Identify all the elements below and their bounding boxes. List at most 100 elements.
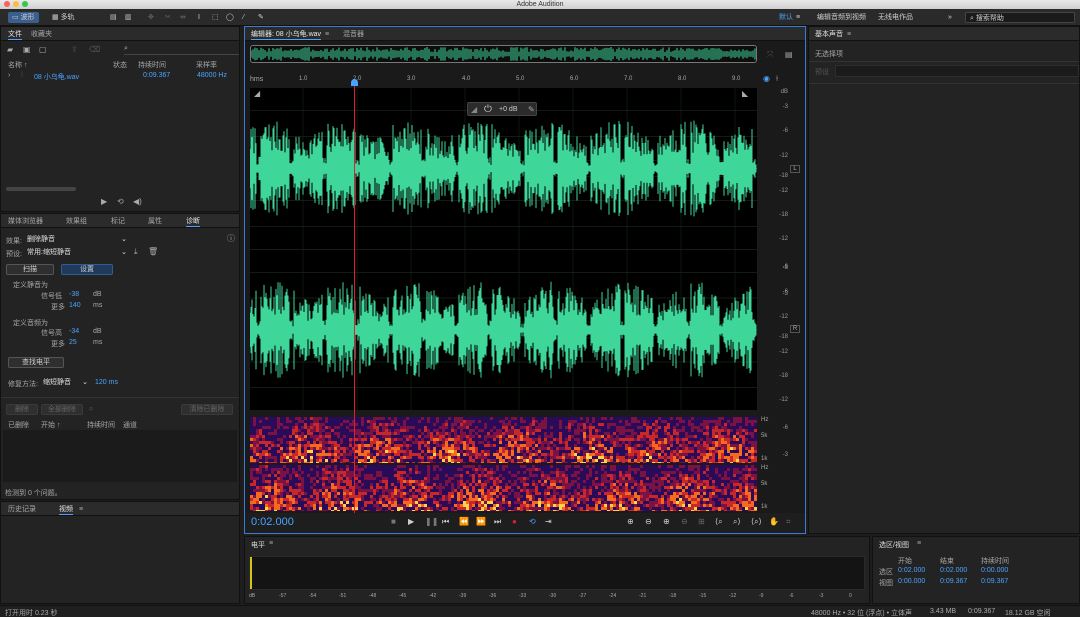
time-selection-tool-icon[interactable]: I (198, 12, 200, 23)
open-file-icon[interactable]: ▰ (7, 46, 13, 54)
file-search-input[interactable]: ⌕ (124, 45, 239, 55)
workspace-default[interactable]: 默认 (779, 12, 793, 23)
tab-properties[interactable]: 属性 (148, 216, 162, 227)
horizontal-scrollbar[interactable] (6, 187, 76, 191)
spot-heal-tool-icon[interactable]: ✎ (258, 12, 264, 23)
channel-left-label[interactable]: L (790, 165, 800, 173)
razor-tool-icon[interactable]: ✂ (165, 12, 171, 23)
delete-button[interactable]: 删除 (6, 404, 38, 415)
zoom-icon[interactable]: ⌕ (89, 405, 93, 413)
view-duration[interactable]: 0:09.367 (981, 578, 1008, 585)
zoom-in-right-icon[interactable]: ⌕⟩ (733, 517, 741, 527)
overview-navigator[interactable] (250, 45, 757, 63)
right-channel-track[interactable] (250, 250, 757, 410)
maximize-window-icon[interactable] (22, 1, 28, 7)
close-window-icon[interactable] (4, 1, 10, 7)
panel-menu-icon[interactable]: ≡ (269, 540, 273, 547)
time-ruler[interactable]: hms 1.0 2.0 3.0 4.0 5.0 6.0 7.0 8.0 9.0 (250, 73, 757, 87)
result-col-duration[interactable]: 持续时间 (87, 420, 115, 430)
move-tool-icon[interactable]: ✥ (148, 12, 154, 23)
stop-icon[interactable]: ■ (391, 517, 396, 526)
hud-panel[interactable]: ◢ ⏻ +0 dB ✎ (467, 102, 537, 116)
zoom-to-selection-icon[interactable]: ⤧ (767, 51, 773, 59)
column-name[interactable]: 名称 ↑ (8, 60, 27, 70)
volume-icon[interactable]: ◀) (133, 198, 142, 206)
tab-markers[interactable]: 标记 (111, 216, 125, 227)
fast-forward-icon[interactable]: ⏩ (476, 517, 486, 526)
tab-favorites[interactable]: 收藏夹 (31, 29, 52, 40)
repair-ms[interactable]: 120 ms (95, 379, 118, 386)
new-file-icon[interactable]: ▢ (39, 46, 47, 54)
selection-start[interactable]: 0:02.000 (898, 567, 925, 574)
effect-select[interactable]: 删除静音 ⌄ (27, 235, 127, 245)
settings-button[interactable]: 设置 (61, 264, 113, 275)
column-sample-rate[interactable]: 采样率 (196, 60, 217, 70)
result-col-deleted[interactable]: 已删除 (8, 420, 29, 430)
delete-all-button[interactable]: 全部删除 (41, 404, 83, 415)
corner-zoom-icon[interactable]: ◣ (742, 90, 748, 98)
tab-files[interactable]: 文件 (8, 29, 22, 40)
result-col-start[interactable]: 开始 ↑ (41, 420, 60, 430)
tab-media-browser[interactable]: 媒体浏览器 (8, 216, 43, 227)
tab-diagnostics[interactable]: 诊断 (186, 216, 200, 227)
pin-hud-icon[interactable]: ✎ (528, 105, 535, 114)
selection-duration[interactable]: 0:00.000 (981, 567, 1008, 574)
brush-tool-icon[interactable]: ⁄ (243, 12, 244, 23)
audio-more-value[interactable]: 25 (69, 339, 77, 346)
column-duration[interactable]: 持续时间 (138, 60, 166, 70)
channel-right-label[interactable]: R (790, 325, 800, 333)
corner-zoom-icon[interactable]: ◢ (254, 90, 260, 98)
pause-icon[interactable]: ❚❚ (425, 517, 438, 526)
loop-preview-icon[interactable]: ⟲ (117, 198, 124, 206)
zoom-out-amplitude-icon[interactable]: ⊖ (645, 517, 652, 526)
multitrack-view-button[interactable]: ▦ 多轨 (52, 12, 75, 23)
spectral-left[interactable] (250, 417, 757, 463)
workspace-wireless[interactable]: 无线电作品 (878, 12, 913, 23)
audio-signal-value[interactable]: -34 (69, 328, 79, 335)
tab-editor[interactable]: 编辑器: 08 小乌龟.wav (251, 29, 322, 40)
panel-menu-icon[interactable]: ≡ (847, 29, 851, 40)
preset-dropdown[interactable] (835, 65, 1079, 77)
loop-playback-icon[interactable]: ⟲ (529, 517, 536, 526)
show-list-icon[interactable]: ▤ (785, 51, 793, 59)
volume-channel-icon[interactable]: ◉ (763, 75, 770, 83)
tab-history[interactable]: 历史记录 (8, 504, 36, 515)
tab-mixer[interactable]: 混音器 (343, 29, 364, 40)
pin-icon[interactable]: ⍿ (776, 75, 778, 83)
zoom-in-time-icon[interactable]: ⊕ (663, 517, 670, 526)
file-row[interactable]: › ⫶ 08 小乌龟.wav 0:09.367 48000 Hz (1, 71, 239, 81)
find-level-button[interactable]: 查找电平 (8, 357, 64, 368)
essential-sound-title[interactable]: 基本声音 (815, 29, 843, 40)
zoom-in-amplitude-icon[interactable]: ⊕ (627, 517, 634, 526)
silence-signal-value[interactable]: -38 (69, 291, 79, 298)
results-list[interactable] (3, 430, 237, 482)
marquee-tool-icon[interactable]: ⬚ (212, 12, 219, 23)
column-status[interactable]: 状态 (113, 60, 127, 70)
zoom-reset-icon[interactable]: ⌗ (786, 517, 791, 527)
result-col-channel[interactable]: 通道 (123, 420, 137, 430)
lasso-tool-icon[interactable]: ◯ (226, 12, 234, 23)
playhead[interactable] (354, 81, 355, 513)
expand-chevron-icon[interactable]: › (8, 72, 10, 79)
go-to-end-icon[interactable]: ⏭ (494, 517, 501, 527)
play-icon[interactable]: ▶ (408, 517, 414, 526)
panel-menu-icon[interactable]: ≡ (79, 504, 83, 515)
waveform-view-button[interactable]: ▭ 波形 (8, 12, 39, 23)
import-icon[interactable]: ▣ (23, 46, 31, 54)
spectral-right[interactable] (250, 465, 757, 511)
skip-selection-icon[interactable]: ⇥ (545, 517, 552, 526)
panel-menu-icon[interactable]: ≡ (917, 540, 921, 547)
more-workspaces-icon[interactable]: » (948, 12, 952, 23)
trash-icon[interactable]: 🗑 (148, 248, 158, 256)
view-start[interactable]: 0:00.000 (898, 578, 925, 585)
zoom-in-playhead-icon[interactable]: ⟨⌕ (715, 517, 723, 527)
zoom-selection-icon[interactable]: ⟨⌕⟩ (751, 517, 762, 527)
zoom-out-time-icon[interactable]: ⊖ (681, 517, 688, 526)
silence-more-value[interactable]: 140 (69, 302, 81, 309)
slip-tool-icon[interactable]: ⇹ (180, 12, 186, 23)
info-icon[interactable]: ⓘ (227, 235, 235, 243)
workspace-menu-icon[interactable]: ≡ (796, 12, 800, 23)
editor-menu-icon[interactable]: ≡ (325, 29, 329, 40)
go-to-start-icon[interactable]: ⏮ (442, 517, 449, 527)
play-preview-icon[interactable]: ▶ (101, 198, 107, 206)
